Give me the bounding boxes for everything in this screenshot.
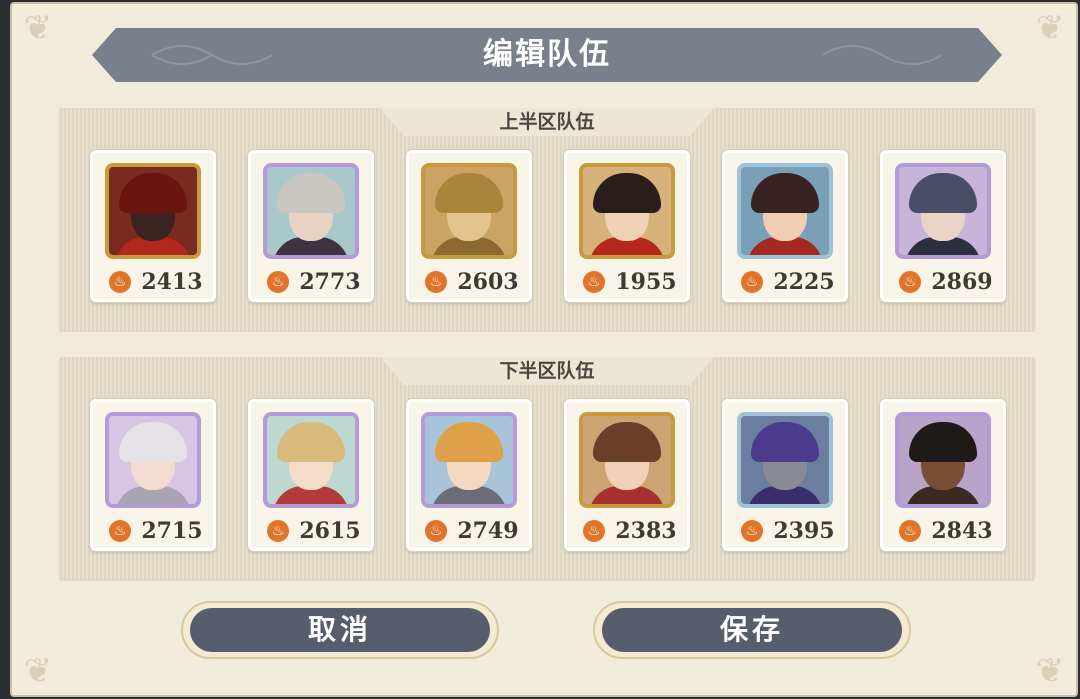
hero-portrait-dark-hat-woman xyxy=(737,163,833,259)
hero-card[interactable]: ♨ 2413 xyxy=(90,150,216,302)
hero-power-value: 1955 xyxy=(615,269,677,295)
flame-icon: ♨ xyxy=(109,520,131,542)
hero-card[interactable]: ♨ 2869 xyxy=(880,150,1006,302)
hero-hair xyxy=(909,173,977,213)
hero-hair xyxy=(909,422,977,462)
hero-portrait-purple-hooded-masked xyxy=(737,412,833,508)
hero-card[interactable]: ♨ 2843 xyxy=(880,399,1006,551)
corner-ornament-icon: ❦ xyxy=(23,651,53,691)
flame-icon: ♨ xyxy=(899,271,921,293)
corner-ornament-icon: ❦ xyxy=(23,8,53,48)
hero-power: ♨ 2843 xyxy=(891,518,995,544)
hero-portrait-tricorn-hat xyxy=(579,163,675,259)
hero-hair xyxy=(119,173,187,213)
hero-power: ♨ 2413 xyxy=(101,269,205,295)
hero-portrait-golden-helmet xyxy=(421,163,517,259)
hero-power-value: 2749 xyxy=(457,518,519,544)
hero-hair xyxy=(593,173,661,213)
upper-section-label: 上半区队伍 xyxy=(499,111,595,133)
hero-card[interactable]: ♨ 2749 xyxy=(406,399,532,551)
hero-portrait-red-hat-masked xyxy=(105,163,201,259)
page-title: 编辑队伍 xyxy=(483,37,611,72)
cancel-button-label: 取消 xyxy=(307,613,372,646)
hero-portrait-blonde-princess xyxy=(263,412,359,508)
hero-power-value: 2383 xyxy=(615,518,677,544)
hero-power-value: 2615 xyxy=(299,518,361,544)
flame-icon: ♨ xyxy=(583,271,605,293)
hero-hair xyxy=(119,422,187,462)
save-button[interactable]: 保存 xyxy=(592,600,912,660)
hero-power: ♨ 2773 xyxy=(259,269,363,295)
lower-section-label: 下半区队伍 xyxy=(499,360,595,382)
corner-ornament-icon: ❦ xyxy=(1035,651,1065,691)
hero-portrait-blue-haired-man xyxy=(895,163,991,259)
save-button-label: 保存 xyxy=(719,613,784,646)
hero-card[interactable]: ♨ 2603 xyxy=(406,150,532,302)
flame-icon: ♨ xyxy=(425,520,447,542)
flame-icon: ♨ xyxy=(741,520,763,542)
flame-icon: ♨ xyxy=(109,271,131,293)
hero-power-value: 2869 xyxy=(931,269,993,295)
hero-power-value: 2715 xyxy=(141,518,203,544)
hero-power-value: 2413 xyxy=(141,269,203,295)
hero-hair xyxy=(435,422,503,462)
flame-icon: ♨ xyxy=(741,271,763,293)
hero-card[interactable]: ♨ 2383 xyxy=(564,399,690,551)
hero-power: ♨ 2715 xyxy=(101,518,205,544)
hero-power: ♨ 1955 xyxy=(575,269,679,295)
hero-card[interactable]: ♨ 2395 xyxy=(722,399,848,551)
hero-card[interactable]: ♨ 1955 xyxy=(564,150,690,302)
section-header: 上半区队伍 xyxy=(380,108,714,136)
hero-power: ♨ 2749 xyxy=(417,518,521,544)
hero-portrait-white-haired-youth xyxy=(105,412,201,508)
hero-hair xyxy=(751,173,819,213)
hero-portrait-dark-skinned-man xyxy=(895,412,991,508)
hero-power-value: 2603 xyxy=(457,269,519,295)
hero-power-value: 2395 xyxy=(773,518,835,544)
hero-portrait-orange-haired-knight xyxy=(421,412,517,508)
hero-power: ♨ 2615 xyxy=(259,518,363,544)
hero-power: ♨ 2383 xyxy=(575,518,679,544)
hero-power: ♨ 2395 xyxy=(733,518,837,544)
hero-card[interactable]: ♨ 2773 xyxy=(248,150,374,302)
section-header: 下半区队伍 xyxy=(380,357,714,385)
hero-power-value: 2773 xyxy=(299,269,361,295)
flame-icon: ♨ xyxy=(899,520,921,542)
corner-ornament-icon: ❦ xyxy=(1035,8,1065,48)
hero-card[interactable]: ♨ 2715 xyxy=(90,399,216,551)
flame-icon: ♨ xyxy=(267,271,289,293)
hero-power-value: 2843 xyxy=(931,518,993,544)
flame-icon: ♨ xyxy=(425,271,447,293)
hero-portrait-silver-haired-man xyxy=(263,163,359,259)
hero-hair xyxy=(435,173,503,213)
hero-hair xyxy=(277,173,345,213)
edit-team-panel: ❦ ❦ ❦ ❦ xyxy=(10,2,1078,697)
hero-portrait-brown-haired-woman xyxy=(579,412,675,508)
hero-card[interactable]: ♨ 2615 xyxy=(248,399,374,551)
hero-power: ♨ 2603 xyxy=(417,269,521,295)
hero-power-value: 2225 xyxy=(773,269,835,295)
hero-card[interactable]: ♨ 2225 xyxy=(722,150,848,302)
hero-hair xyxy=(751,422,819,462)
hero-power: ♨ 2869 xyxy=(891,269,995,295)
hero-power: ♨ 2225 xyxy=(733,269,837,295)
hero-hair xyxy=(277,422,345,462)
flame-icon: ♨ xyxy=(267,520,289,542)
hero-hair xyxy=(593,422,661,462)
flame-icon: ♨ xyxy=(583,520,605,542)
cancel-button[interactable]: 取消 xyxy=(180,600,500,660)
title-banner: 编辑队伍 xyxy=(92,28,1002,82)
